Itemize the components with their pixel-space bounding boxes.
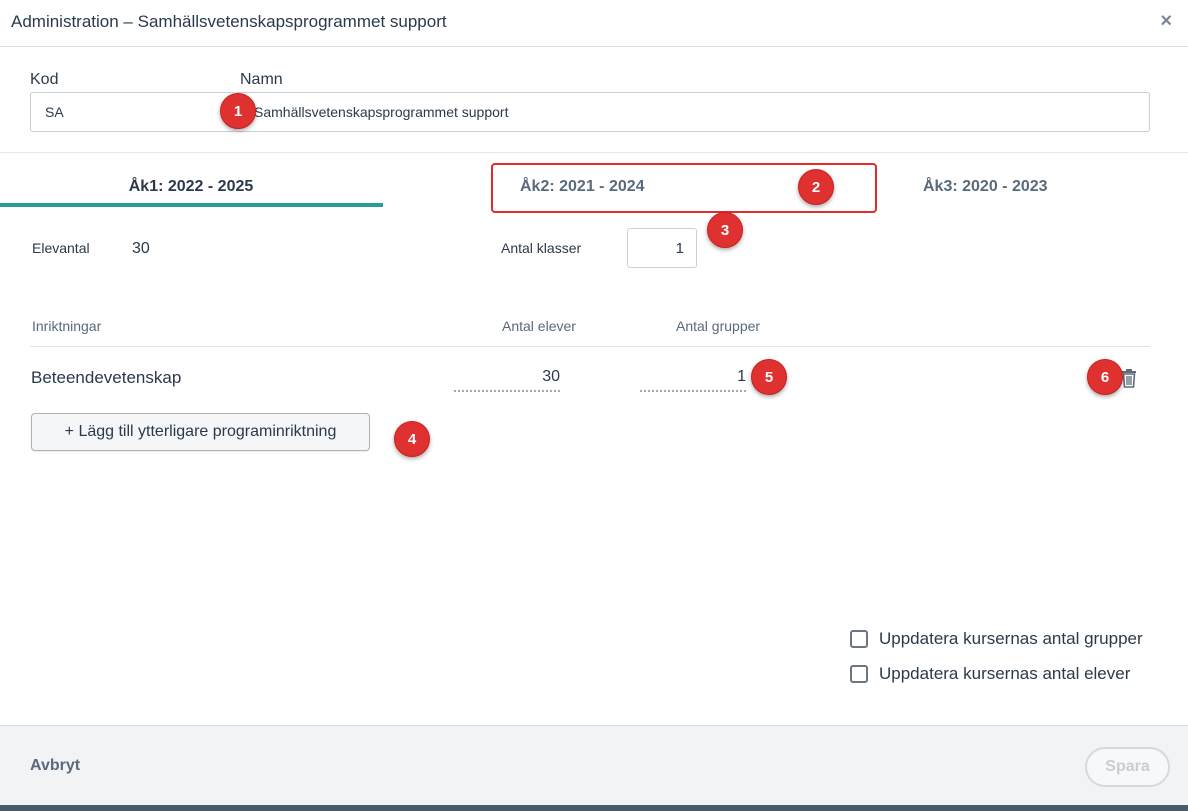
name-input[interactable] <box>236 92 1150 132</box>
close-icon[interactable]: × <box>1160 10 1172 33</box>
update-groups-checkbox[interactable] <box>850 630 868 648</box>
bottom-bar <box>0 805 1188 811</box>
groups-count-field[interactable]: 1 <box>640 368 746 392</box>
name-label: Namn <box>240 71 283 88</box>
section-divider <box>0 152 1188 153</box>
tab-ak1[interactable]: Åk1: 2022 - 2025 <box>0 178 382 196</box>
classes-label: Antal klasser <box>501 240 582 256</box>
students-label: Elevantal <box>32 240 90 256</box>
update-groups-label: Uppdatera kursernas antal grupper <box>879 629 1143 648</box>
update-students-label: Uppdatera kursernas antal elever <box>879 664 1131 683</box>
annotation-badge-6: 6 <box>1087 359 1123 395</box>
column-header-students: Antal elever <box>502 318 576 334</box>
column-header-direction: Inriktningar <box>32 318 102 334</box>
students-value: 30 <box>132 240 150 257</box>
direction-name: Beteendevetenskap <box>31 368 182 387</box>
dialog-title: Administration – Samhällsvetenskapsprogr… <box>11 12 447 31</box>
students-count-field[interactable]: 30 <box>454 368 560 392</box>
code-label: Kod <box>30 71 59 88</box>
table-divider <box>30 346 1150 347</box>
add-direction-button[interactable]: + Lägg till ytterligare programinriktnin… <box>31 413 370 451</box>
annotation-badge-4: 4 <box>394 421 430 457</box>
active-tab-indicator <box>0 203 383 207</box>
annotation-badge-5: 5 <box>751 359 787 395</box>
update-groups-checkbox-row[interactable]: Uppdatera kursernas antal grupper <box>850 629 1143 649</box>
tab-ak3[interactable]: Åk3: 2020 - 2023 <box>923 178 1048 196</box>
classes-input[interactable] <box>627 228 697 268</box>
code-input[interactable] <box>30 92 236 132</box>
dialog-footer: Avbryt Spara <box>0 725 1188 805</box>
cancel-button[interactable]: Avbryt <box>30 757 80 775</box>
trash-icon[interactable] <box>1121 368 1137 388</box>
update-students-checkbox[interactable] <box>850 665 868 683</box>
column-header-groups: Antal grupper <box>676 318 761 334</box>
dialog-header: Administration – Samhällsvetenskapsprogr… <box>0 0 1188 47</box>
annotation-badge-3: 3 <box>707 212 743 248</box>
annotation-badge-1: 1 <box>220 93 256 129</box>
annotation-badge-2: 2 <box>798 169 834 205</box>
save-button[interactable]: Spara <box>1085 747 1170 787</box>
update-students-checkbox-row[interactable]: Uppdatera kursernas antal elever <box>850 664 1130 684</box>
